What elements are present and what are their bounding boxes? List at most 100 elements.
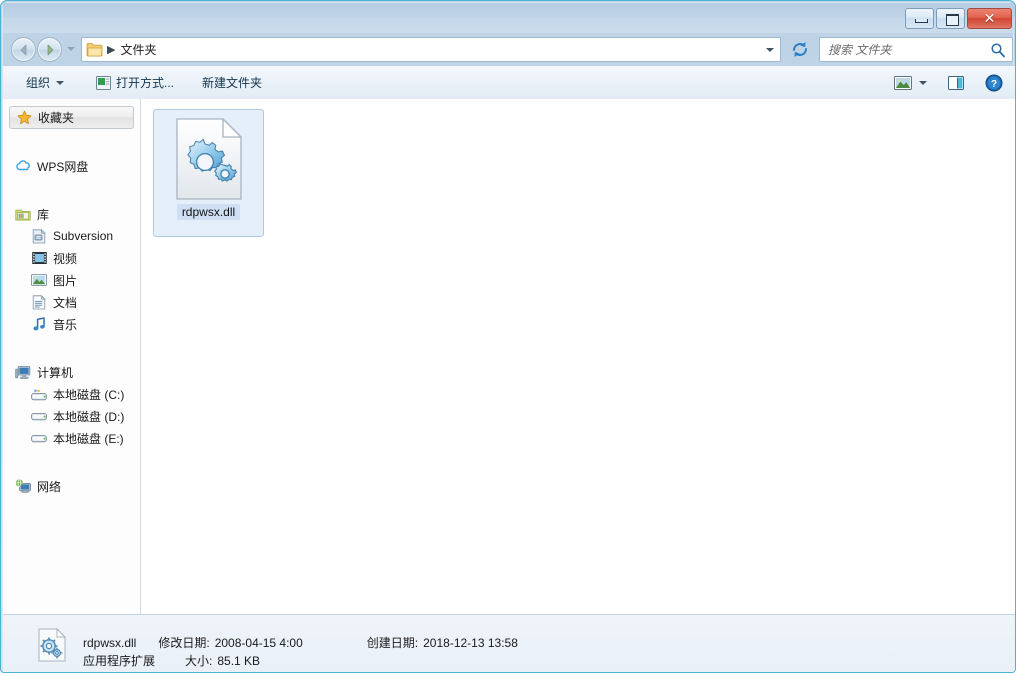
- dll-gear-icon: [35, 627, 69, 662]
- view-mode-icon: [894, 75, 912, 90]
- sidebar-item-drive-c[interactable]: 本地磁盘 (C:): [3, 383, 140, 405]
- sidebar-item-pictures[interactable]: 图片: [3, 269, 140, 291]
- recent-locations-caret-icon[interactable]: [67, 47, 75, 51]
- sidebar-item-label: 本地磁盘 (C:): [53, 387, 125, 402]
- sidebar-item-label: 计算机: [37, 365, 74, 380]
- details-line-primary: rdpwsx.dll 修改日期: 2008-04-15 4:00 创建日期: 2…: [83, 634, 518, 651]
- video-icon: [31, 250, 47, 266]
- sidebar-item-network[interactable]: 网络: [3, 475, 140, 497]
- back-button[interactable]: [11, 37, 36, 62]
- nav-gap: [3, 449, 140, 462]
- system-drive-icon: [31, 386, 47, 402]
- new-folder-button[interactable]: 新建文件夹: [195, 66, 269, 99]
- window-inner-frame: ✕ ▶ 文件夹 搜索 文件夹 组织 打开方式... 新建文件夹 ? 收藏夹 WP…: [2, 2, 1015, 672]
- file-list-view[interactable]: rdpwsx.dll: [141, 99, 1015, 614]
- sidebar-item-videos[interactable]: 视频: [3, 247, 140, 269]
- open-with-label: 打开方式...: [116, 76, 175, 90]
- details-line-secondary: 应用程序扩展 大小: 85.1 KB: [83, 652, 260, 669]
- sidebar-item-libraries[interactable]: 库: [3, 203, 140, 225]
- new-folder-label: 新建文件夹: [202, 76, 263, 90]
- sidebar-item-drive-e[interactable]: 本地磁盘 (E:): [3, 427, 140, 449]
- sidebar-item-subversion[interactable]: Subversion: [3, 225, 140, 247]
- sidebar-item-label: WPS网盘: [37, 159, 89, 174]
- view-mode-button[interactable]: [890, 72, 931, 94]
- computer-icon: [15, 364, 31, 380]
- details-created-value: 2018-12-13 13:58: [423, 636, 518, 650]
- details-size-label: 大小:: [185, 654, 213, 668]
- close-icon: ✕: [983, 10, 996, 26]
- file-name-label[interactable]: rdpwsx.dll: [176, 204, 241, 220]
- details-file-name: rdpwsx.dll: [83, 636, 137, 650]
- network-icon: [15, 478, 31, 494]
- chevron-down-icon: [919, 80, 927, 85]
- sidebar-item-label: 图片: [53, 273, 78, 288]
- title-bar[interactable]: ✕: [3, 3, 1015, 33]
- minimize-button[interactable]: [905, 8, 934, 29]
- maximize-icon: [946, 14, 959, 26]
- dll-gear-icon: [171, 117, 247, 201]
- nav-gap: [3, 177, 140, 190]
- sidebar-item-drive-d[interactable]: 本地磁盘 (D:): [3, 405, 140, 427]
- sidebar-item-label: 本地磁盘 (E:): [53, 431, 124, 446]
- sidebar-item-wps-cloud[interactable]: WPS网盘: [3, 155, 140, 177]
- open-with-button[interactable]: 打开方式...: [89, 66, 181, 99]
- refresh-button[interactable]: [789, 38, 811, 60]
- chevron-down-icon: [56, 80, 65, 85]
- forward-arrow-icon: [47, 44, 53, 55]
- details-file-type: 应用程序扩展: [83, 654, 156, 668]
- star-icon: [16, 110, 32, 126]
- sidebar-item-label: 视频: [53, 251, 78, 266]
- navigation-buttons: [11, 37, 75, 63]
- back-arrow-icon: [20, 44, 26, 55]
- cloud-icon: [15, 158, 31, 174]
- details-size-value: 85.1 KB: [217, 654, 261, 668]
- nav-gap: [3, 348, 140, 361]
- sidebar-item-label: 收藏夹: [38, 111, 75, 125]
- help-button[interactable]: ?: [981, 71, 1007, 95]
- search-icon[interactable]: [990, 42, 1006, 58]
- music-icon: [31, 316, 47, 332]
- file-item[interactable]: rdpwsx.dll: [153, 109, 264, 237]
- explorer-body: 收藏夹 WPS网盘 库 Subversion 视频 图片 文档 音乐 计算机 本…: [3, 99, 1015, 614]
- svg-text:?: ?: [991, 79, 997, 90]
- organize-button[interactable]: 组织: [19, 66, 71, 99]
- maximize-button[interactable]: [936, 8, 965, 29]
- library-icon: [15, 206, 31, 222]
- close-button[interactable]: ✕: [967, 8, 1012, 29]
- organize-label: 组织: [26, 76, 51, 90]
- sidebar-item-documents[interactable]: 文档: [3, 291, 140, 313]
- subversion-icon: [31, 228, 47, 244]
- address-bar-row: ▶ 文件夹 搜索 文件夹: [3, 33, 1015, 66]
- refresh-icon: [793, 42, 807, 57]
- sidebar-item-label: Subversion: [53, 229, 114, 243]
- nav-gap: [3, 462, 140, 475]
- sidebar-item-computer[interactable]: 计算机: [3, 361, 140, 383]
- address-bar[interactable]: ▶ 文件夹: [81, 37, 781, 62]
- document-icon: [31, 294, 47, 310]
- details-created-label: 创建日期:: [366, 636, 419, 650]
- nav-gap: [3, 190, 140, 203]
- sidebar-item-label: 音乐: [53, 317, 78, 332]
- nav-gap: [3, 129, 140, 142]
- forward-button[interactable]: [37, 37, 62, 62]
- details-modified-value: 2008-04-15 4:00: [214, 636, 303, 650]
- open-with-icon: [96, 75, 111, 90]
- breadcrumb-separator-icon: ▶: [107, 44, 116, 56]
- navigation-pane: 收藏夹 WPS网盘 库 Subversion 视频 图片 文档 音乐 计算机 本…: [3, 99, 141, 614]
- nav-gap: [3, 335, 140, 348]
- breadcrumb-path[interactable]: 文件夹: [120, 41, 156, 58]
- explorer-window: ✕ ▶ 文件夹 搜索 文件夹 组织 打开方式... 新建文件夹 ? 收藏夹 WP…: [0, 0, 1016, 673]
- search-input[interactable]: 搜索 文件夹: [828, 41, 891, 58]
- address-dropdown-icon[interactable]: [766, 48, 774, 52]
- nav-gap: [3, 142, 140, 155]
- search-box[interactable]: 搜索 文件夹: [819, 37, 1013, 62]
- folder-icon: [86, 43, 103, 57]
- sidebar-item-label: 本地磁盘 (D:): [53, 409, 125, 424]
- preview-pane-button[interactable]: [943, 72, 969, 94]
- sidebar-item-label: 文档: [53, 295, 78, 310]
- drive-icon: [31, 430, 47, 446]
- toolbar-right-group: ?: [890, 66, 1015, 99]
- sidebar-item-favorites[interactable]: 收藏夹: [9, 106, 134, 129]
- preview-pane-icon: [948, 75, 964, 90]
- sidebar-item-music[interactable]: 音乐: [3, 313, 140, 335]
